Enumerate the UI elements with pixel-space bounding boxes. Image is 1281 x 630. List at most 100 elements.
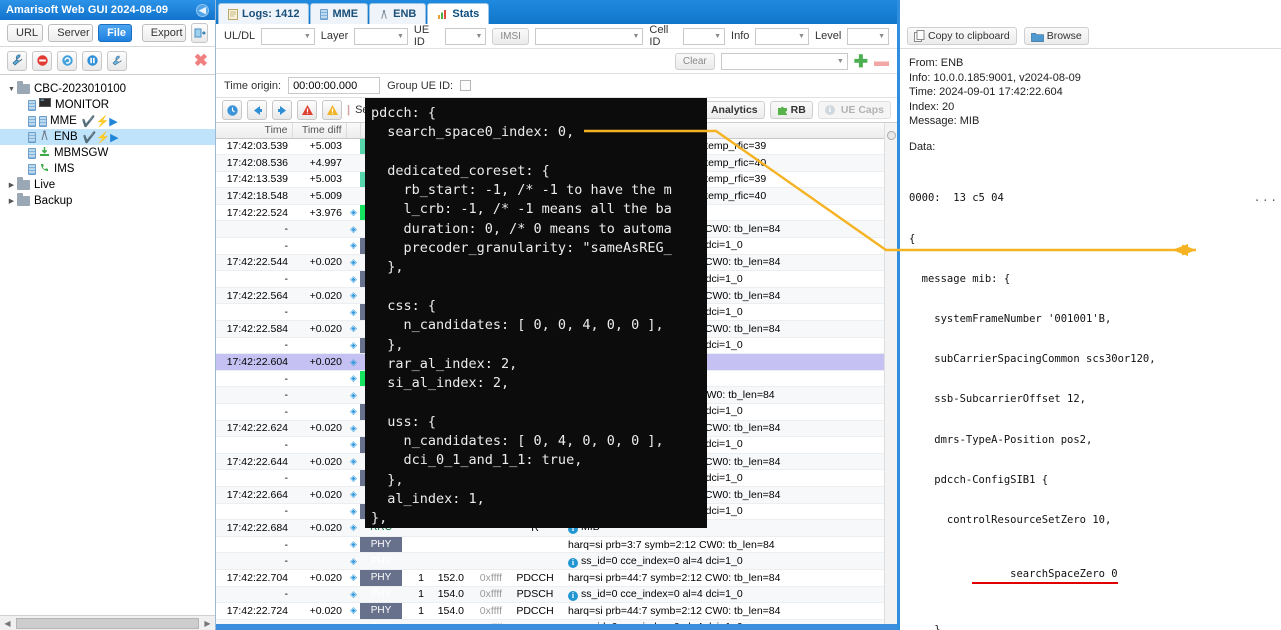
cell-flag-icon: ◈ — [346, 486, 360, 504]
monitor-icon — [39, 98, 51, 112]
scroll-knob[interactable] — [887, 131, 896, 140]
chevron-right-icon[interactable]: ▶ — [6, 197, 17, 205]
export-icon[interactable] — [191, 23, 208, 43]
url-button[interactable]: URL — [7, 24, 44, 42]
tab-stats[interactable]: Stats — [427, 3, 490, 24]
cell-time: 17:42:22.684 — [216, 519, 292, 537]
collapse-sidebar-icon[interactable]: ◀ — [196, 3, 209, 17]
table-row[interactable]: 17:42:22.724 +0.020 ◈ PHY 1 154.0 0xffff PDCCH h… — [216, 602, 897, 620]
close-x-icon[interactable]: ✖ — [194, 52, 208, 69]
center-horizontal-scrollbar[interactable] — [216, 624, 897, 630]
refresh-icon[interactable] — [57, 50, 77, 71]
clock-icon[interactable] — [222, 100, 242, 120]
detail-message: Message: MIB — [909, 115, 980, 128]
file-button[interactable]: File — [98, 24, 132, 42]
cell-ue: 1 — [402, 586, 428, 604]
arrow-left-icon[interactable] — [247, 100, 267, 120]
imsi-select[interactable]: ▼ — [534, 27, 644, 45]
cell-frame: 154.0 — [428, 602, 468, 620]
message-text: ss_id=0 cce_index=0 al=4 dci=1_0 — [581, 587, 743, 600]
tab-mme[interactable]: MME — [310, 3, 369, 24]
scroll-left-icon[interactable]: ◀ — [0, 619, 15, 628]
message-text: harq=si prb=44:7 symb=2:12 CW0: tb_len=8… — [568, 604, 781, 617]
chevron-right-icon[interactable]: ▶ — [6, 181, 17, 189]
cell-time-diff: +0.020 — [292, 353, 346, 371]
plug-icon[interactable] — [107, 50, 127, 71]
clear-button[interactable]: Clear — [674, 52, 715, 70]
error-icon[interactable] — [297, 100, 317, 120]
detail-info: Info: 10.0.0.185:9001, v2024-08-09 — [909, 71, 1081, 84]
server-button[interactable]: Server — [48, 24, 94, 42]
clipboard-icon — [914, 30, 925, 42]
scroll-right-icon[interactable]: ▶ — [200, 619, 215, 628]
browse-button[interactable]: Browse — [1023, 27, 1089, 45]
tree-item-monitor[interactable]: MONITOR — [0, 97, 215, 113]
tree-item-ims[interactable]: IMS — [0, 161, 215, 177]
tab-logs[interactable]: Logs: 1412 — [218, 3, 310, 24]
cell-channel — [506, 536, 564, 554]
app-root: Amarisoft Web GUI 2024-08-09 ◀ URL Serve… — [0, 0, 1281, 630]
pause-icon[interactable] — [82, 50, 102, 71]
cell-time-diff — [292, 469, 346, 487]
ueid-select[interactable]: ▼ — [444, 27, 487, 45]
add-filter-icon[interactable]: ✚ — [854, 53, 868, 70]
cell-time: - — [216, 303, 292, 322]
cell-flag-icon: ◈ — [346, 552, 360, 570]
cell-time-diff: +0.020 — [292, 420, 346, 438]
clear-select[interactable]: ▼ — [720, 52, 848, 70]
cell-time: 17:42:08.536 — [216, 154, 292, 172]
tree-item-enb[interactable]: ENB ✔️ ⚡ ▶ — [0, 129, 215, 145]
col-time[interactable]: Time — [216, 123, 293, 139]
ue-caps-button[interactable]: i UE Caps — [817, 101, 891, 119]
message-text: harq=si prb=3:7 symb=2:12 CW0: tb_len=84 — [568, 538, 775, 551]
table-row[interactable]: - ◈PHY iss_id=0 cce_index=0 al=4 dci=1_0 — [216, 552, 897, 570]
copy-to-clipboard-button[interactable]: Copy to clipboard — [907, 27, 1017, 45]
cell-ue: 1 — [402, 602, 428, 620]
server-icon — [28, 147, 36, 159]
remove-filter-icon[interactable]: ▬ — [874, 54, 889, 69]
uldl-select[interactable]: ▼ — [261, 27, 315, 45]
cell-flag-icon: ◈ — [346, 436, 360, 454]
cell-flag-icon: ◈ — [346, 453, 360, 471]
stop-icon[interactable] — [32, 50, 52, 71]
download-icon — [39, 146, 50, 161]
tree-item-mme[interactable]: MME ✔️ ⚡ ▶ — [0, 113, 215, 129]
table-row[interactable]: - ◈PHY harq=si prb=3:7 symb=2:12 CW0: tb_l… — [216, 536, 897, 554]
col-time-diff[interactable]: Time diff — [292, 123, 347, 139]
table-row[interactable]: - ◈ PHY 1 154.0 0xffff PDSCH i ss_id=0 cce_index… — [216, 586, 897, 604]
export-button[interactable]: Export — [141, 24, 187, 42]
server-icon — [28, 163, 36, 175]
group-ue-checkbox[interactable] — [460, 80, 472, 91]
rb-button[interactable]: RB — [769, 101, 813, 119]
detail-hex-block: 0000: 13 c5 04 ... { message mib: { syst… — [909, 166, 1277, 630]
filter-bar-row2: Clear ▼ ✚ ▬ — [216, 49, 897, 74]
scroll-thumb[interactable] — [16, 617, 199, 629]
cellid-select[interactable]: ▼ — [683, 27, 726, 45]
source-button-bar: URL Server File Export — [0, 20, 215, 47]
tree-item-mbmsgw[interactable]: MBMSGW — [0, 145, 215, 161]
tree-item-cbc[interactable]: ▼ CBC-2023010100 — [0, 81, 215, 97]
layer-select[interactable]: ▼ — [354, 27, 408, 45]
info-select[interactable]: ▼ — [755, 27, 809, 45]
time-origin-input[interactable]: 00:00:00.000 — [288, 77, 381, 94]
tree-item-backup[interactable]: ▶ Backup — [0, 193, 215, 209]
cell-time-diff: +0.020 — [292, 453, 346, 471]
arrow-right-icon[interactable] — [272, 100, 292, 120]
asn-line-5: dmrs-TypeA-Position pos2, — [909, 433, 1093, 446]
wrench-icon[interactable] — [7, 50, 27, 71]
level-select[interactable]: ▼ — [847, 27, 890, 45]
cell-time: - — [216, 220, 292, 239]
warning-icon[interactable] — [322, 100, 342, 120]
left-horizontal-scrollbar[interactable]: ◀ ▶ — [0, 615, 215, 630]
log-vertical-scrollbar[interactable] — [884, 123, 897, 630]
tree-item-live[interactable]: ▶ Live — [0, 177, 215, 193]
imsi-button[interactable]: IMSI — [492, 27, 529, 45]
table-row[interactable]: 17:42:22.704 +0.020 ◈ PHY 1 152.0 0xffff PDCCH h… — [216, 569, 897, 587]
tree-item-label: IMS — [54, 163, 75, 175]
tab-label: ENB — [393, 8, 417, 20]
tab-enb[interactable]: ENB — [369, 3, 427, 24]
col-flag[interactable] — [346, 123, 361, 139]
cell-rat: PHY — [360, 536, 402, 554]
chevron-down-icon: ▼ — [836, 57, 844, 65]
chevron-down-icon[interactable]: ▼ — [6, 86, 17, 93]
